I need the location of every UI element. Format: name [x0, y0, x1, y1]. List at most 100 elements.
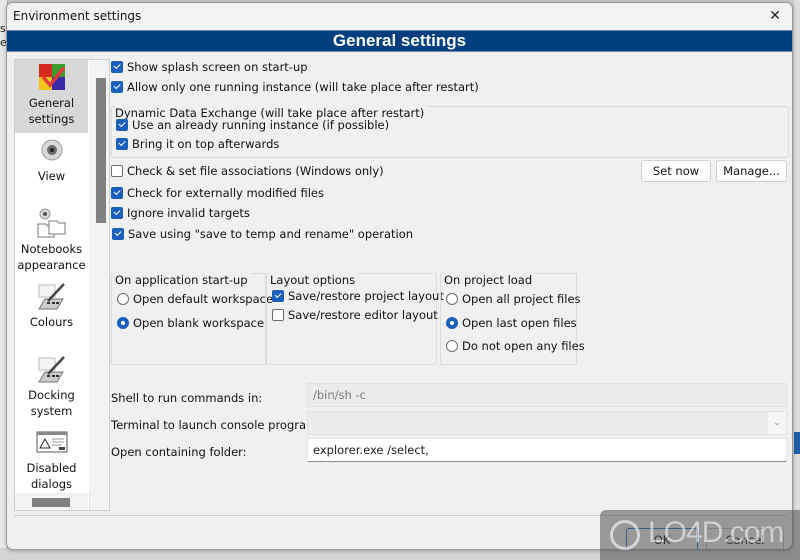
sidebar-item-colours[interactable]: Colours [15, 279, 88, 352]
environment-settings-dialog: Environment settings ✕ General settings … [6, 2, 793, 550]
sidebar-item-label: Notebooks [20, 242, 83, 256]
watermark-logo-icon [610, 520, 640, 550]
use-running-instance-checkbox[interactable]: Use an already running instance (if poss… [116, 118, 389, 132]
save-project-layout-checkbox[interactable]: Save/restore project layout [272, 289, 444, 303]
background-text-fragment: s [0, 22, 6, 35]
scrollbar-thumb[interactable] [96, 78, 106, 223]
open-folder-label: Open containing folder: [111, 445, 247, 459]
category-list-viewport: General settings View Notebooks appearan… [15, 60, 88, 493]
settings-category-list: General settings View Notebooks appearan… [14, 59, 110, 511]
checkbox-label: Allow only one running instance (will ta… [127, 80, 479, 94]
checkbox-label: Save/restore editor layout [288, 308, 438, 322]
checkbox-label: Save/restore project layout [288, 289, 444, 303]
group-legend: On application start-up [115, 273, 251, 287]
close-icon: ✕ [769, 8, 781, 24]
sidebar-item-label: View [37, 169, 66, 183]
open-default-workspace-radio[interactable]: Open default workspace [117, 292, 273, 306]
background-blue-element [794, 432, 800, 454]
manage-button[interactable]: Manage... [716, 160, 787, 182]
open-last-open-files-radio[interactable]: Open last open files [446, 316, 577, 330]
open-folder-input[interactable]: explorer.exe /select, [307, 438, 787, 462]
close-button[interactable]: ✕ [764, 5, 786, 27]
radio-label: Do not open any files [462, 339, 585, 353]
shell-command-field: /bin/sh -c [307, 383, 787, 407]
checkbox-label: Show splash screen on start-up [127, 60, 308, 74]
checkbox-indicator [272, 309, 284, 321]
radio-label: Open last open files [462, 316, 577, 330]
checkbox-indicator [111, 187, 123, 199]
radio-label: Open blank workspace [133, 316, 265, 330]
open-all-project-files-radio[interactable]: Open all project files [446, 292, 581, 306]
checkbox-indicator [111, 207, 123, 219]
scrollbar-thumb[interactable] [32, 498, 70, 507]
sidebar-item-label: Disabled [26, 461, 77, 475]
watermark-text: LO4D.com [648, 516, 784, 549]
background-app-edge-right [794, 0, 800, 560]
sidebar-item-label: settings [28, 112, 75, 126]
sidebar-item-label: Docking [28, 388, 75, 402]
sidebar-vertical-scrollbar[interactable] [89, 60, 109, 493]
terminal-label: Terminal to launch console programs: [111, 418, 328, 432]
file-associations-checkbox[interactable]: Check & set file associations (Windows o… [111, 164, 384, 178]
scrollbar-corner [89, 493, 109, 510]
group-legend: Layout options [270, 273, 359, 287]
watermark-overlay: LO4D.com [600, 510, 800, 560]
radio-label: Open all project files [462, 292, 581, 306]
checkbox-indicator [111, 61, 123, 73]
docking-icon [35, 354, 69, 384]
sidebar-item-label: dialogs [30, 477, 73, 491]
sidebar-item-general-settings[interactable]: General settings [15, 60, 88, 133]
notebooks-icon [35, 208, 69, 238]
checkbox-indicator [116, 119, 128, 131]
bring-on-top-checkbox[interactable]: Bring it on top afterwards [116, 137, 279, 151]
checkbox-label: Bring it on top afterwards [132, 137, 280, 151]
colours-icon [35, 281, 69, 311]
sidebar-item-label: appearance [17, 258, 86, 272]
sidebar-item-label: General [28, 96, 75, 110]
shell-command-value: /bin/sh -c [313, 388, 366, 402]
checkbox-indicator [111, 165, 123, 177]
checkbox-label: Save using "save to temp and rename" ope… [128, 227, 414, 241]
checkbox-label: Check & set file associations (Windows o… [127, 164, 384, 178]
sidebar-item-disabled-dialogs[interactable]: Disabled dialogs [15, 425, 88, 493]
sidebar-item-notebooks-appearance[interactable]: Notebooks appearance [15, 206, 88, 279]
show-splash-checkbox[interactable]: Show splash screen on start-up [111, 60, 308, 74]
group-legend: On project load [444, 273, 536, 287]
checkbox-label: Ignore invalid targets [127, 206, 250, 220]
checkbox-indicator [272, 290, 284, 302]
open-blank-workspace-radio[interactable]: Open blank workspace [117, 316, 264, 330]
sidebar-item-docking-system[interactable]: Docking system [15, 352, 88, 425]
radio-indicator [446, 293, 458, 305]
set-now-button[interactable]: Set now [641, 160, 711, 182]
save-editor-layout-checkbox[interactable]: Save/restore editor layout [272, 308, 438, 322]
checkbox-indicator [116, 138, 128, 150]
radio-indicator [446, 340, 458, 352]
radio-indicator [117, 293, 129, 305]
terminal-combobox[interactable]: ⌄ [307, 411, 787, 435]
sidebar-item-label: Colours [29, 315, 74, 329]
checkbox-indicator [112, 228, 124, 240]
shell-label: Shell to run commands in: [111, 391, 263, 405]
view-eye-icon [35, 135, 69, 165]
open-folder-value: explorer.exe /select, [313, 443, 429, 457]
single-instance-checkbox[interactable]: Allow only one running instance (will ta… [111, 80, 479, 94]
save-to-temp-checkbox[interactable]: Save using "save to temp and rename" ope… [112, 227, 413, 241]
radio-indicator [446, 317, 458, 329]
title-bar: Environment settings ✕ [7, 3, 792, 29]
checkbox-label: Use an already running instance (if poss… [132, 118, 390, 132]
sidebar-horizontal-scrollbar[interactable] [15, 493, 88, 510]
radio-indicator [117, 317, 129, 329]
sidebar-item-view[interactable]: View [15, 133, 88, 206]
do-not-open-files-radio[interactable]: Do not open any files [446, 339, 585, 353]
check-modified-files-checkbox[interactable]: Check for externally modified files [111, 186, 324, 200]
checkbox-label: Check for externally modified files [127, 186, 324, 200]
ignore-invalid-targets-checkbox[interactable]: Ignore invalid targets [111, 206, 250, 220]
chevron-down-icon[interactable]: ⌄ [768, 412, 786, 434]
page-title-banner: General settings [7, 30, 792, 52]
window-title: Environment settings [13, 9, 142, 23]
general-settings-icon [35, 62, 69, 92]
sidebar-item-label: system [30, 404, 73, 418]
checkbox-indicator [111, 81, 123, 93]
warning-dialog-icon [35, 427, 69, 457]
radio-label: Open default workspace [133, 292, 274, 306]
